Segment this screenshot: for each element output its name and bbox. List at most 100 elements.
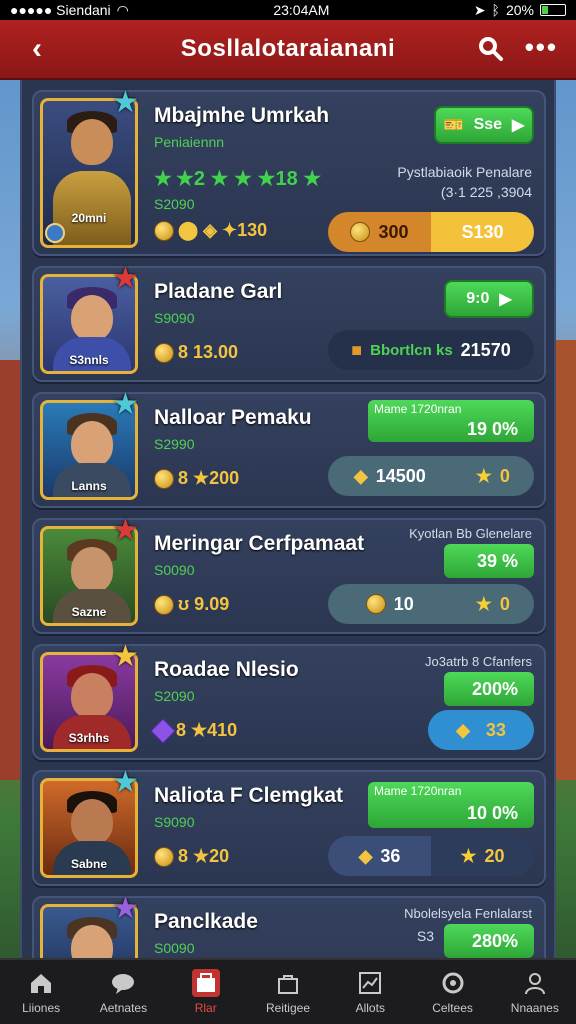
page-title: Sosllalotaraianani xyxy=(180,35,396,62)
tab-stats[interactable]: Allots xyxy=(329,960,411,1024)
search-icon[interactable] xyxy=(476,34,506,64)
hero-rank-value: (3·1 225 ,3904 xyxy=(440,184,532,200)
battery-icon xyxy=(539,4,566,16)
portrait-tag: Sabne xyxy=(70,857,107,871)
reward-pill[interactable]: ◆ 36 ★ 20 xyxy=(328,836,534,876)
portrait-tag: S3nnls xyxy=(69,353,109,367)
star-badge-icon: ★ xyxy=(112,766,139,799)
hero-name: Pladane Garl xyxy=(154,280,283,303)
bottom-tab-bar: Liiones Aetnates Rlar Reitigee Allots Ce… xyxy=(0,958,576,1024)
clock: 23:04AM xyxy=(273,2,330,18)
progress-bar: 280% xyxy=(444,924,534,958)
reward-pill[interactable]: 300 S130 xyxy=(328,212,534,252)
diamond-icon: ◆ xyxy=(358,845,373,866)
hero-rank-label: Nbolelsyela Fenlalarst xyxy=(404,906,532,921)
coin-icon xyxy=(350,222,371,242)
progress-label: Mame 1720nran xyxy=(374,402,462,416)
progress-bar: 200% xyxy=(444,672,534,706)
progress-label: Mame 1720nran xyxy=(374,784,462,798)
gem-icon xyxy=(150,717,176,744)
hero-rank-value: S3 xyxy=(416,928,434,944)
hero-coins: 8 ★20 xyxy=(154,846,229,867)
hero-star-rating: ★ ★2 ★ ★ ★18 ★ xyxy=(154,168,322,190)
coin-icon xyxy=(154,594,174,615)
tab-store[interactable]: Rlar xyxy=(165,960,247,1024)
upgrade-button[interactable]: 🎫 Sse ▶ xyxy=(434,106,534,144)
hero-rank-label: Pystlabiaoik Penalare xyxy=(397,164,532,180)
bag-icon xyxy=(274,969,302,997)
hero-coins: ⬤ ◈ ✦130 xyxy=(154,220,267,241)
header-bar: ‹ Sosllalotaraianani ••• xyxy=(0,20,576,80)
hero-card[interactable]: S3nnls ★ Pladane Garl S9090 8 13.00 9:0 ▶… xyxy=(32,262,546,382)
hero-name: Panclkade xyxy=(154,910,258,933)
profile-icon xyxy=(521,969,549,997)
tab-bag[interactable]: Reitigee xyxy=(247,960,329,1024)
hero-subtitle: S0090 xyxy=(154,562,195,578)
store-icon xyxy=(191,969,220,997)
more-options-icon[interactable]: ••• xyxy=(525,32,558,63)
hero-rank-label: Jo3atrb 8 Cfanfers xyxy=(425,654,532,669)
coin-icon xyxy=(154,342,174,363)
portrait-tag: Sazne xyxy=(71,605,107,619)
portrait-tag: S3rhhs xyxy=(68,731,110,745)
hero-card[interactable]: Sabne ★ Naliota F Clemgkat S9090 8 ★20 M… xyxy=(32,766,546,886)
star-badge-icon: ★ xyxy=(112,388,139,421)
star-icon: ★ xyxy=(475,593,492,614)
diamond-icon: ◆ xyxy=(456,719,470,740)
hero-card[interactable]: ★ Panclkade S0090 Nbolelsyela Fenlalarst… xyxy=(32,892,546,960)
star-icon: ★ xyxy=(460,845,477,866)
chat-icon xyxy=(109,969,137,997)
reward-pill[interactable]: ◆ 33 xyxy=(428,710,534,750)
star-badge-icon: ★ xyxy=(112,892,139,925)
coin-icon xyxy=(154,220,174,241)
hero-subtitle: Peniaiennn xyxy=(154,134,225,150)
hero-card[interactable]: Sazne ★ Meringar Cerfpamaat S0090 ʊ 9.09… xyxy=(32,514,546,634)
back-icon[interactable]: ‹ xyxy=(22,32,52,66)
location-icon: ➤ xyxy=(473,1,486,18)
ticket-icon: 🎫 xyxy=(443,117,464,134)
star-icon: ★ xyxy=(475,465,492,486)
home-icon xyxy=(27,969,55,997)
coin-icon xyxy=(154,846,174,867)
portrait-tag: Lanns xyxy=(71,479,107,493)
hero-card[interactable]: Lanns ★ Nalloar Pemaku S2990 8 ★200 Mame… xyxy=(32,388,546,508)
progress-bar: 39 % xyxy=(444,544,534,578)
skill-badge-icon xyxy=(45,223,65,243)
hero-name: Naliota F Clemgkat xyxy=(154,784,344,807)
bluetooth-icon: ᛒ xyxy=(491,2,500,18)
star-badge-icon: ★ xyxy=(112,514,139,547)
hero-subtitle: S9090 xyxy=(154,310,195,326)
reward-pill[interactable]: 10 ★ 0 xyxy=(328,584,534,624)
reward-pill[interactable]: ◆ 14500 ★ 0 xyxy=(328,456,534,496)
tab-chat[interactable]: Aetnates xyxy=(82,960,164,1024)
hero-card[interactable]: 20mni ★ Mbajmhe Umrkah Peniaiennn ★ ★2 ★ … xyxy=(32,88,546,256)
hero-portrait: 20mni xyxy=(40,98,138,248)
tab-home[interactable]: Liiones xyxy=(0,960,82,1024)
upgrade-button[interactable]: 9:0 ▶ xyxy=(444,280,534,318)
hero-name: Roadae Nlesio xyxy=(154,658,299,681)
hero-coins: 8 ★200 xyxy=(154,468,239,489)
hero-subtitle: S2090 xyxy=(154,688,195,704)
progress-bar: Mame 1720nran 19 0% xyxy=(368,400,534,442)
coin-icon xyxy=(365,594,386,614)
tab-settings[interactable]: Celtees xyxy=(411,960,493,1024)
chart-icon xyxy=(356,969,384,997)
hero-name: Nalloar Pemaku xyxy=(154,406,312,429)
star-badge-icon: ★ xyxy=(112,262,139,295)
play-icon: ▶ xyxy=(512,117,525,134)
hero-name: Meringar Cerfpamaat xyxy=(154,532,365,555)
hero-subtitle: S9090 xyxy=(154,814,195,830)
battery-label: 20% xyxy=(505,2,534,18)
hero-subtitle: S0090 xyxy=(154,940,195,956)
star-badge-icon: ★ xyxy=(112,640,139,673)
hero-subtitle: S2990 xyxy=(154,436,195,452)
progress-bar: Mame 1720nran 10 0% xyxy=(368,782,534,828)
portrait-tag: 20mni xyxy=(71,211,107,225)
hero-coins: 8 13.00 xyxy=(154,342,238,363)
settings-icon xyxy=(439,969,467,997)
coin-icon xyxy=(154,468,174,489)
status-bar: ●●●●● Siendani ◠ 23:04AM ➤ ᛒ 20% xyxy=(0,0,576,20)
hero-card[interactable]: S3rhhs ★ Roadae Nlesio S2090 8 ★410 Jo3a… xyxy=(32,640,546,760)
tab-profile[interactable]: Nnaanes xyxy=(494,960,576,1024)
reward-pill[interactable]: ■ Bbortlcn ks 21570 xyxy=(328,330,534,370)
